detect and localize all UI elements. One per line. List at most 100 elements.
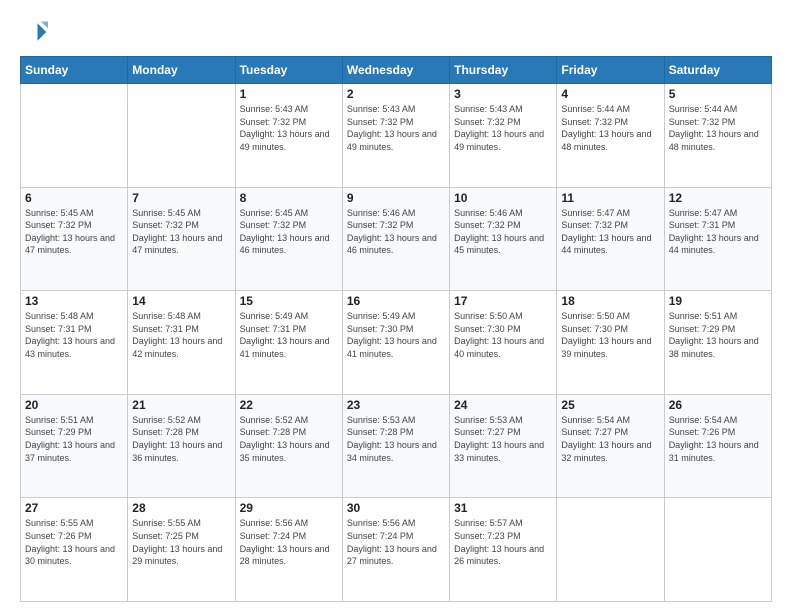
day-info: Sunrise: 5:54 AM Sunset: 7:27 PM Dayligh… [561,414,659,464]
calendar-cell: 21 Sunrise: 5:52 AM Sunset: 7:28 PM Dayli… [128,394,235,498]
page: SundayMondayTuesdayWednesdayThursdayFrid… [0,0,792,612]
calendar-cell: 6 Sunrise: 5:45 AM Sunset: 7:32 PM Daylig… [21,187,128,291]
day-number: 9 [347,191,445,205]
day-number: 17 [454,294,552,308]
calendar-cell: 16 Sunrise: 5:49 AM Sunset: 7:30 PM Dayli… [342,291,449,395]
day-number: 19 [669,294,767,308]
calendar-cell: 25 Sunrise: 5:54 AM Sunset: 7:27 PM Dayli… [557,394,664,498]
calendar-week-row: 1 Sunrise: 5:43 AM Sunset: 7:32 PM Daylig… [21,84,772,188]
day-number: 25 [561,398,659,412]
day-info: Sunrise: 5:57 AM Sunset: 7:23 PM Dayligh… [454,517,552,567]
day-info: Sunrise: 5:45 AM Sunset: 7:32 PM Dayligh… [240,207,338,257]
day-number: 3 [454,87,552,101]
calendar-cell [664,498,771,602]
day-number: 5 [669,87,767,101]
day-info: Sunrise: 5:50 AM Sunset: 7:30 PM Dayligh… [454,310,552,360]
calendar-cell: 29 Sunrise: 5:56 AM Sunset: 7:24 PM Dayli… [235,498,342,602]
calendar-cell: 12 Sunrise: 5:47 AM Sunset: 7:31 PM Dayli… [664,187,771,291]
calendar-cell: 1Sunrise: 5:43 AM Sunset: 7:32 PM Daylig… [235,84,342,188]
day-info: Sunrise: 5:46 AM Sunset: 7:32 PM Dayligh… [347,207,445,257]
day-info: Sunrise: 5:51 AM Sunset: 7:29 PM Dayligh… [25,414,123,464]
day-number: 12 [669,191,767,205]
day-number: 7 [132,191,230,205]
calendar-cell: 7 Sunrise: 5:45 AM Sunset: 7:32 PM Daylig… [128,187,235,291]
logo [20,18,52,46]
calendar-cell: 19 Sunrise: 5:51 AM Sunset: 7:29 PM Dayli… [664,291,771,395]
day-number: 14 [132,294,230,308]
day-number: 24 [454,398,552,412]
calendar-week-row: 6 Sunrise: 5:45 AM Sunset: 7:32 PM Daylig… [21,187,772,291]
day-info: Sunrise: 5:45 AM Sunset: 7:32 PM Dayligh… [132,207,230,257]
day-info: Sunrise: 5:56 AM Sunset: 7:24 PM Dayligh… [347,517,445,567]
day-info: Sunrise: 5:44 AM Sunset: 7:32 PM Dayligh… [669,103,767,153]
day-info: Sunrise: 5:54 AM Sunset: 7:26 PM Dayligh… [669,414,767,464]
calendar-table: SundayMondayTuesdayWednesdayThursdayFrid… [20,56,772,602]
calendar-cell: 15 Sunrise: 5:49 AM Sunset: 7:31 PM Dayli… [235,291,342,395]
day-number: 29 [240,501,338,515]
calendar-week-row: 20 Sunrise: 5:51 AM Sunset: 7:29 PM Dayli… [21,394,772,498]
calendar-cell: 14 Sunrise: 5:48 AM Sunset: 7:31 PM Dayli… [128,291,235,395]
day-number: 23 [347,398,445,412]
day-info: Sunrise: 5:48 AM Sunset: 7:31 PM Dayligh… [132,310,230,360]
day-info: Sunrise: 5:56 AM Sunset: 7:24 PM Dayligh… [240,517,338,567]
calendar-cell: 24 Sunrise: 5:53 AM Sunset: 7:27 PM Dayli… [450,394,557,498]
day-number: 11 [561,191,659,205]
header [20,18,772,46]
calendar-day-header: Wednesday [342,57,449,84]
calendar-week-row: 13 Sunrise: 5:48 AM Sunset: 7:31 PM Dayli… [21,291,772,395]
day-number: 10 [454,191,552,205]
day-info: Sunrise: 5:49 AM Sunset: 7:31 PM Dayligh… [240,310,338,360]
day-number: 31 [454,501,552,515]
day-number: 30 [347,501,445,515]
calendar-cell: 9 Sunrise: 5:46 AM Sunset: 7:32 PM Daylig… [342,187,449,291]
calendar-week-row: 27Sunrise: 5:55 AM Sunset: 7:26 PM Dayli… [21,498,772,602]
day-info: Sunrise: 5:55 AM Sunset: 7:25 PM Dayligh… [132,517,230,567]
day-number: 21 [132,398,230,412]
calendar-day-header: Sunday [21,57,128,84]
calendar-header-row: SundayMondayTuesdayWednesdayThursdayFrid… [21,57,772,84]
calendar-cell: 23 Sunrise: 5:53 AM Sunset: 7:28 PM Dayli… [342,394,449,498]
day-number: 2 [347,87,445,101]
day-number: 1 [240,87,338,101]
calendar-cell: 20 Sunrise: 5:51 AM Sunset: 7:29 PM Dayli… [21,394,128,498]
calendar-day-header: Tuesday [235,57,342,84]
day-number: 20 [25,398,123,412]
day-info: Sunrise: 5:52 AM Sunset: 7:28 PM Dayligh… [132,414,230,464]
day-number: 26 [669,398,767,412]
day-info: Sunrise: 5:55 AM Sunset: 7:26 PM Dayligh… [25,517,123,567]
day-number: 18 [561,294,659,308]
day-info: Sunrise: 5:43 AM Sunset: 7:32 PM Dayligh… [454,103,552,153]
day-info: Sunrise: 5:52 AM Sunset: 7:28 PM Dayligh… [240,414,338,464]
day-info: Sunrise: 5:47 AM Sunset: 7:32 PM Dayligh… [561,207,659,257]
calendar-cell: 27Sunrise: 5:55 AM Sunset: 7:26 PM Dayli… [21,498,128,602]
day-info: Sunrise: 5:49 AM Sunset: 7:30 PM Dayligh… [347,310,445,360]
calendar-cell: 11 Sunrise: 5:47 AM Sunset: 7:32 PM Dayli… [557,187,664,291]
calendar-day-header: Saturday [664,57,771,84]
day-info: Sunrise: 5:48 AM Sunset: 7:31 PM Dayligh… [25,310,123,360]
calendar-cell: 22Sunrise: 5:52 AM Sunset: 7:28 PM Dayli… [235,394,342,498]
calendar-cell: 31 Sunrise: 5:57 AM Sunset: 7:23 PM Dayli… [450,498,557,602]
logo-icon [20,18,48,46]
calendar-cell [128,84,235,188]
calendar-cell: 2 Sunrise: 5:43 AM Sunset: 7:32 PM Daylig… [342,84,449,188]
calendar-day-header: Monday [128,57,235,84]
day-info: Sunrise: 5:53 AM Sunset: 7:27 PM Dayligh… [454,414,552,464]
day-info: Sunrise: 5:45 AM Sunset: 7:32 PM Dayligh… [25,207,123,257]
day-info: Sunrise: 5:43 AM Sunset: 7:32 PM Dayligh… [347,103,445,153]
day-number: 15 [240,294,338,308]
calendar-day-header: Thursday [450,57,557,84]
day-number: 16 [347,294,445,308]
calendar-cell: 30 Sunrise: 5:56 AM Sunset: 7:24 PM Dayli… [342,498,449,602]
calendar-cell: 4Sunrise: 5:44 AM Sunset: 7:32 PM Daylig… [557,84,664,188]
calendar-cell: 26 Sunrise: 5:54 AM Sunset: 7:26 PM Dayli… [664,394,771,498]
day-info: Sunrise: 5:53 AM Sunset: 7:28 PM Dayligh… [347,414,445,464]
calendar-cell [557,498,664,602]
day-info: Sunrise: 5:46 AM Sunset: 7:32 PM Dayligh… [454,207,552,257]
calendar-cell: 8Sunrise: 5:45 AM Sunset: 7:32 PM Daylig… [235,187,342,291]
day-number: 6 [25,191,123,205]
calendar-cell: 18Sunrise: 5:50 AM Sunset: 7:30 PM Dayli… [557,291,664,395]
day-info: Sunrise: 5:51 AM Sunset: 7:29 PM Dayligh… [669,310,767,360]
day-info: Sunrise: 5:44 AM Sunset: 7:32 PM Dayligh… [561,103,659,153]
day-number: 13 [25,294,123,308]
day-info: Sunrise: 5:47 AM Sunset: 7:31 PM Dayligh… [669,207,767,257]
